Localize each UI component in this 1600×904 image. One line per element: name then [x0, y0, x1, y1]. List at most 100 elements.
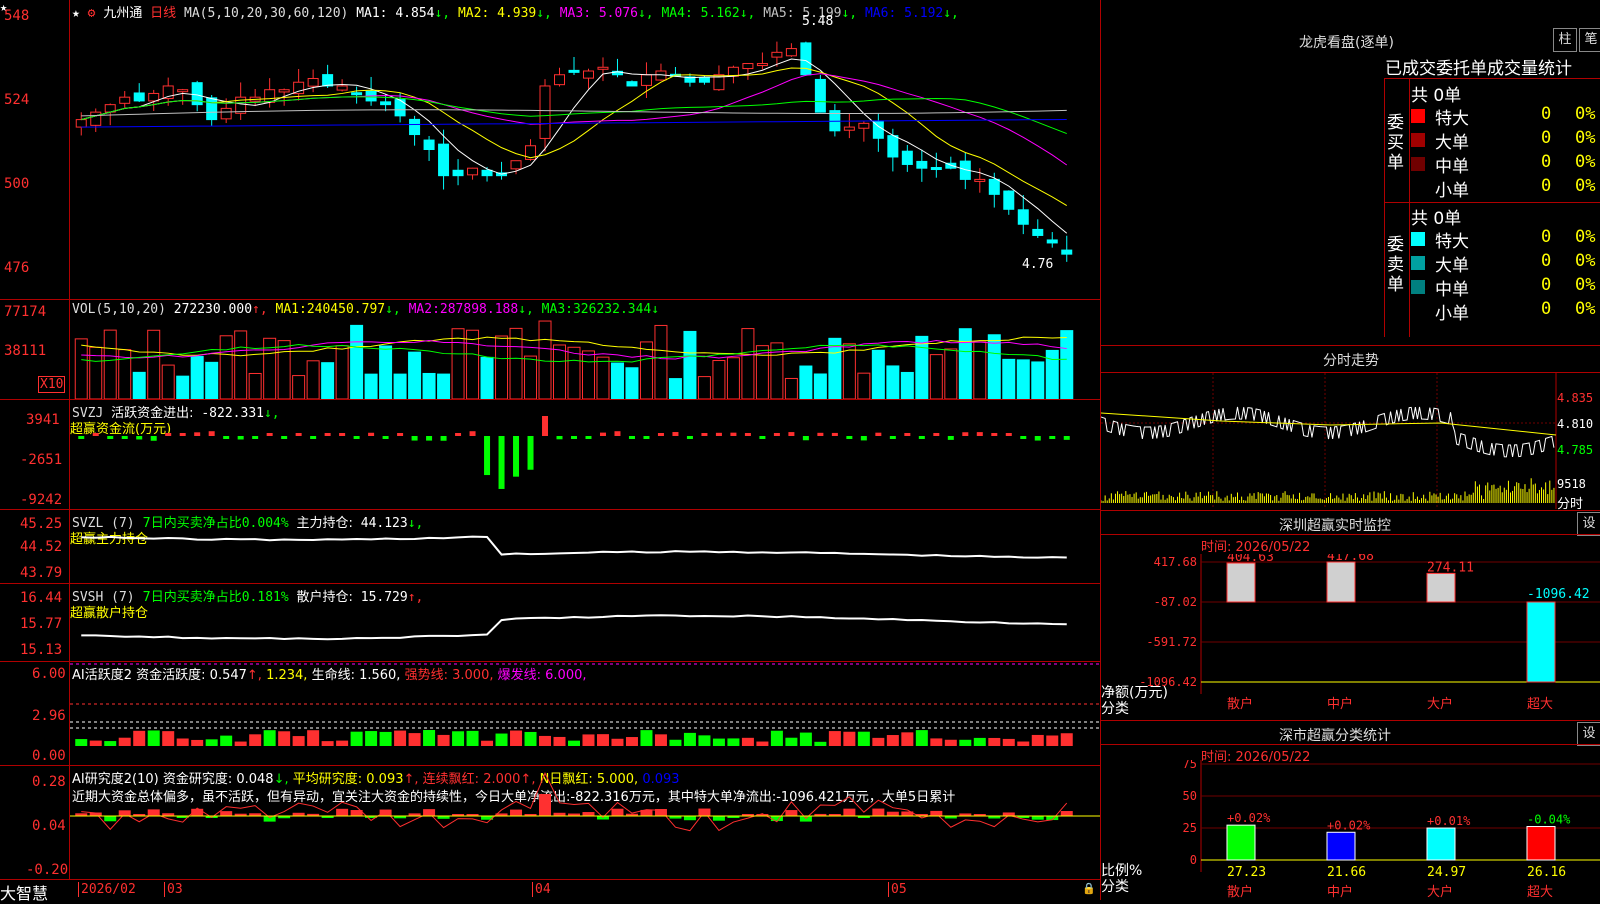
volume-bar — [437, 373, 451, 399]
volume-bar — [639, 341, 653, 399]
retail-holding-chart[interactable] — [70, 584, 1100, 661]
flow-bar — [831, 432, 838, 436]
category-axis-name2: 分类 — [1101, 879, 1129, 895]
candle-body — [727, 66, 739, 77]
candle-body — [916, 160, 928, 169]
order-count: 0 — [1541, 104, 1552, 124]
candle-body — [1017, 209, 1029, 225]
activity-bar — [133, 730, 146, 746]
activity-bar — [973, 737, 986, 746]
flow-bar — [455, 433, 462, 436]
realtime-settings-button[interactable]: 设 — [1577, 512, 1600, 536]
research-bar — [263, 816, 276, 822]
date-label: 2026/02 — [78, 882, 136, 897]
dragon-title: 龙虎看盘(逐单) — [1299, 35, 1394, 51]
candle-body — [843, 126, 855, 131]
candle-body — [887, 135, 899, 158]
main-holding-chart[interactable] — [70, 510, 1100, 583]
activity-bar — [1046, 735, 1059, 746]
volume-bar — [74, 338, 88, 399]
candle-body — [974, 178, 986, 182]
volume-pane[interactable]: 77174 38111 X10 VOL(5,10,20) 272230.000↑… — [0, 300, 1100, 400]
money-flow-chart[interactable] — [70, 400, 1100, 509]
order-row: 大单 0 0% — [1411, 250, 1600, 276]
volume-chart[interactable] — [70, 300, 1100, 399]
category-bar-pct: +0.02% — [1227, 811, 1271, 825]
flow-bar — [179, 433, 186, 436]
realtime-bar-chart[interactable]: 417.68 -87.02 -591.72 -1096.42 404.63 散户 417.6… — [1101, 554, 1600, 720]
candlestick-chart[interactable] — [70, 0, 1100, 299]
volume-bar — [538, 320, 552, 399]
volume-bar — [784, 377, 798, 399]
price-pane[interactable]: 548 524 500 476 ★ ★ ⚙ 九州通 日线 MA(5,10,20,… — [0, 0, 1100, 300]
date-label: 04 — [532, 882, 551, 897]
svzl-pane[interactable]: 45.25 44.52 43.79 SVZL (7) 7日内买卖净占比0.004… — [0, 510, 1100, 584]
candle-body — [901, 150, 913, 165]
activity-bar — [75, 739, 88, 746]
activity-bar — [466, 730, 479, 746]
category-label: 超大 — [1527, 885, 1553, 900]
svzj-pane[interactable]: 3941 -2651 -9242 SVZJ 活跃资金进出: -822.331↓,… — [0, 400, 1100, 510]
flow-bar — [918, 436, 925, 439]
ai2-y-axis: 0.28 0.04 -0.20 — [0, 766, 70, 879]
candle-body — [988, 178, 1000, 195]
volume-bar — [973, 341, 987, 399]
category-bar-chart[interactable]: 75 50 25 0 +0.02% 27.23 散户 +0.02% 21.66 中户 +0.01% 2… — [1101, 760, 1600, 900]
research-chart[interactable] — [70, 766, 1100, 879]
flow-bar — [295, 433, 302, 436]
tick-view-button[interactable]: 笔 — [1579, 28, 1600, 52]
activity-bar — [799, 732, 812, 746]
candle-body — [423, 139, 435, 151]
star-icon[interactable]: ★ — [0, 0, 7, 14]
volume-bar — [248, 372, 262, 399]
intraday-price-line — [1101, 406, 1555, 458]
lock-icon[interactable]: 🔒 — [1082, 882, 1096, 895]
order-type: 大单 — [1435, 133, 1469, 153]
ai2-y-label: -0.20 — [26, 862, 69, 878]
flow-bar — [599, 432, 606, 436]
svsh-pane[interactable]: 16.44 15.77 15.13 SVSH (7) 7日内买卖净占比0.181… — [0, 584, 1100, 662]
candle-body — [90, 111, 102, 126]
holding-line — [81, 614, 1067, 641]
activity-bar — [828, 731, 841, 746]
svzj-y-label: -9242 — [20, 492, 63, 508]
volume-bar — [1060, 330, 1074, 399]
color-swatch — [1411, 280, 1425, 294]
intraday-chart[interactable] — [1101, 373, 1600, 509]
order-row: 中单 0 0% — [1411, 274, 1600, 300]
order-type: 大单 — [1435, 256, 1469, 276]
flow-bar — [672, 432, 679, 436]
ai1-y-axis: 6.00 2.96 0.00 — [0, 662, 70, 765]
activity-bar — [205, 739, 218, 746]
date-label: 03 — [164, 882, 183, 897]
ai1-y-label: 6.00 — [32, 666, 66, 682]
activity-bar — [901, 732, 914, 746]
realtime-category-label: 超大 — [1527, 697, 1553, 712]
low-price-mark: 4.76 — [1022, 257, 1054, 272]
volume-bar — [929, 354, 943, 399]
flow-bar — [527, 436, 534, 470]
ai-activity-pane[interactable]: 6.00 2.96 0.00 AI活跃度2 资金活跃度: 0.547↑, 1.2… — [0, 662, 1100, 766]
volume-bar — [176, 375, 190, 399]
category-label: 散户 — [1227, 884, 1253, 900]
order-row: 特大 0 0% — [1411, 103, 1600, 129]
activity-bar — [147, 730, 160, 746]
ai-research-pane[interactable]: 0.28 0.04 -0.20 AI研究度2(10) 资金研究度: 0.048↓… — [0, 766, 1100, 880]
flow-bar — [121, 436, 128, 439]
activity-bar — [611, 738, 624, 746]
svsh-y-axis: 16.44 15.77 15.13 — [0, 584, 70, 661]
volume-bar — [668, 378, 682, 399]
price-y-label: 500 — [4, 176, 30, 192]
realtime-bar — [1526, 601, 1556, 683]
flow-bar — [976, 432, 983, 436]
color-swatch — [1411, 133, 1425, 147]
category-settings-button[interactable]: 设 — [1577, 722, 1600, 746]
candle-body — [75, 119, 87, 128]
bar-view-button[interactable]: 柱 — [1553, 28, 1577, 52]
category-bar — [1226, 824, 1256, 861]
activity-chart[interactable] — [70, 662, 1100, 765]
volume-bar — [799, 365, 813, 399]
activity-bar — [756, 741, 769, 746]
intraday-y-label: 4.810 — [1557, 417, 1594, 431]
activity-bar — [988, 737, 1001, 746]
